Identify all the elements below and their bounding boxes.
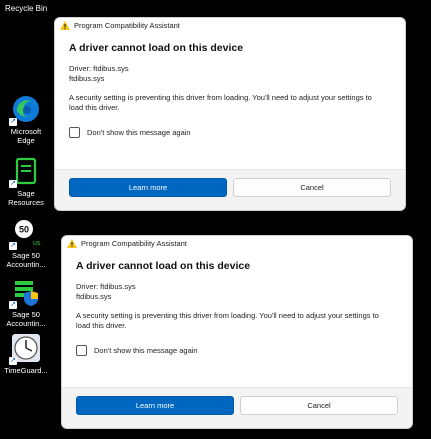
desktop-icon-label: Accountin...	[6, 319, 46, 328]
file-line: ftdibus.sys	[69, 73, 105, 83]
compatibility-dialog: Program Compatibility Assistant A driver…	[61, 235, 413, 429]
file-line: ftdibus.sys	[76, 291, 112, 301]
desktop-icon-sage50-b[interactable]: ↗ Sage 50 Accountin...	[2, 277, 50, 328]
clock-icon: ↗	[9, 333, 41, 365]
desktop-icon-label: Accountin...	[6, 260, 46, 269]
svg-text:us: us	[33, 240, 41, 247]
sage50-icon: 50 us ↗	[9, 218, 41, 250]
warning-icon	[67, 238, 77, 248]
desktop-icon-sage-resources[interactable]: ↗ Sage Resources	[2, 156, 50, 207]
dialog-heading: A driver cannot load on this device	[69, 42, 244, 54]
shortcut-arrow-icon: ↗	[9, 118, 17, 126]
dont-show-row[interactable]: Don't show this message again	[69, 127, 391, 138]
desktop-icon-label: Edge	[17, 136, 35, 145]
dialog-message: A security setting is preventing this dr…	[76, 311, 379, 330]
sage50-badge-text: 50	[19, 225, 29, 235]
desktop-icon-label: Sage	[17, 189, 35, 198]
dont-show-checkbox[interactable]	[69, 127, 80, 138]
dialog-title: Program Compatibility Assistant	[74, 20, 180, 30]
desktop-icon-timeguard[interactable]: ↗ TimeGuard...	[2, 333, 50, 375]
dont-show-label[interactable]: Don't show this message again	[87, 128, 191, 137]
compatibility-dialog: Program Compatibility Assistant A driver…	[54, 17, 406, 211]
desktop-icon-sage50-a[interactable]: 50 us ↗ Sage 50 Accountin...	[2, 218, 50, 269]
warning-icon	[60, 20, 70, 30]
desktop-icon-label: Microsoft	[10, 127, 42, 136]
cancel-button[interactable]: Cancel	[240, 396, 398, 415]
sage50-shield-icon: ↗	[9, 277, 41, 309]
desktop-icon-label: Sage 50	[12, 310, 40, 319]
learn-more-button[interactable]: Learn more	[76, 396, 234, 415]
driver-line: Driver: ftdibus.sys	[69, 64, 129, 73]
shortcut-arrow-icon: ↗	[9, 180, 17, 188]
desktop-icon-edge[interactable]: ↗ Microsoft Edge	[2, 94, 50, 145]
learn-more-button[interactable]: Learn more	[69, 178, 227, 197]
driver-line: Driver: ftdibus.sys	[76, 282, 136, 291]
cancel-button[interactable]: Cancel	[233, 178, 391, 197]
dont-show-checkbox[interactable]	[76, 345, 87, 356]
dialog-title: Program Compatibility Assistant	[81, 238, 187, 248]
desktop-icon-label: Sage 50	[12, 251, 40, 260]
recycle-bin-label[interactable]: Recycle Bin	[5, 4, 47, 13]
dialog-message: A security setting is preventing this dr…	[69, 93, 372, 112]
dont-show-row[interactable]: Don't show this message again	[76, 345, 398, 356]
dialog-heading: A driver cannot load on this device	[76, 260, 251, 272]
shortcut-arrow-icon: ↗	[9, 242, 17, 250]
dialog-body: A driver cannot load on this device Driv…	[55, 32, 405, 176]
dialog-titlebar[interactable]: Program Compatibility Assistant	[62, 236, 412, 250]
dialog-titlebar[interactable]: Program Compatibility Assistant	[55, 18, 405, 32]
dialog-footer: Learn more Cancel	[55, 169, 405, 205]
dialog-body: A driver cannot load on this device Driv…	[62, 250, 412, 394]
edge-icon: ↗	[9, 94, 41, 126]
book-icon: ↗	[9, 156, 41, 188]
dialog-footer: Learn more Cancel	[62, 387, 412, 423]
shortcut-arrow-icon: ↗	[9, 357, 17, 365]
dont-show-label[interactable]: Don't show this message again	[94, 346, 198, 355]
desktop-icon-label: TimeGuard...	[4, 366, 48, 375]
desktop-icon-label: Resources	[8, 198, 44, 207]
shortcut-arrow-icon: ↗	[9, 301, 17, 309]
